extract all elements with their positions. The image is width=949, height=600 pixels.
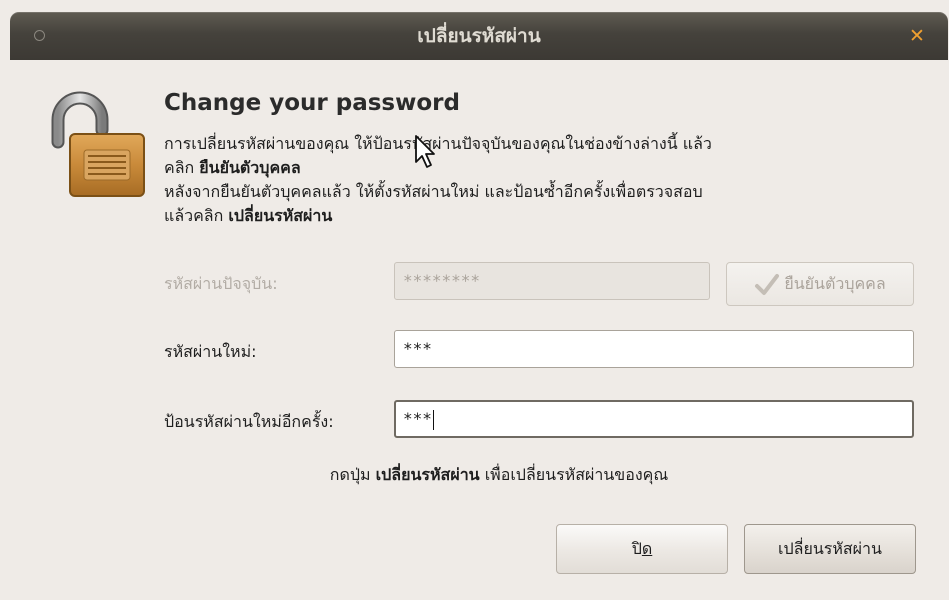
close-button-label: ปิ <box>631 539 642 558</box>
description-line-4: แล้วคลิก เปลี่ยนรหัสผ่าน <box>164 204 884 228</box>
window-title: เปลี่ยนรหัสผ่าน <box>417 25 541 47</box>
description-bold-text: เปลี่ยนรหัสผ่าน <box>228 206 333 225</box>
text-caret <box>432 409 434 430</box>
retype-password-value: *** <box>403 409 432 428</box>
retype-password-field[interactable]: *** <box>394 400 914 438</box>
description-bold-text: ยืนยันตัวบุคคล <box>199 158 301 177</box>
hint-text: เพื่อเปลี่ยนรหัสผ่านของคุณ <box>479 465 669 484</box>
description-line-3: หลังจากยืนยันตัวบุคคลแล้ว ให้ตั้งรหัสผ่า… <box>164 182 703 201</box>
authenticate-button[interactable]: ยืนยันตัวบุคคล <box>726 262 914 306</box>
close-button-mnemonic: ด <box>641 539 653 558</box>
dialog-description: การเปลี่ยนรหัสผ่านของคุณ ให้ป้อนรหัสผ่าน… <box>164 132 884 228</box>
change-password-button[interactable]: เปลี่ยนรหัสผ่าน <box>744 524 916 574</box>
close-window-icon[interactable]: ✕ <box>904 22 930 50</box>
new-password-label: รหัสผ่านใหม่: <box>164 342 257 361</box>
retype-password-label: ป้อนรหัสผ่านใหม่อีกครั้ง: <box>164 412 334 431</box>
dialog-content: Change your password การเปลี่ยนรหัสผ่านข… <box>10 60 948 600</box>
dialog-heading: Change your password <box>164 90 460 116</box>
instruction-hint: กดปุ่ม เปลี่ยนรหัสผ่าน เพื่อเปลี่ยนรหัสผ… <box>10 463 948 488</box>
current-password-label: รหัสผ่านปัจจุบัน: <box>164 274 278 293</box>
mouse-pointer-icon <box>415 135 435 168</box>
description-line-1: การเปลี่ยนรหัสผ่านของคุณ ให้ป้อนรหัสผ่าน… <box>164 134 712 153</box>
description-line-2: คลิก ยืนยันตัวบุคคล <box>164 156 884 180</box>
description-text: แล้วคลิก <box>164 206 229 225</box>
lock-open-icon <box>51 91 145 197</box>
check-icon <box>755 273 780 295</box>
change-password-dialog: เปลี่ยนรหัสผ่าน ✕ Change your password ก… <box>0 0 949 600</box>
title-bar[interactable]: เปลี่ยนรหัสผ่าน ✕ <box>10 12 948 60</box>
close-button[interactable]: ปิด <box>556 524 728 574</box>
hint-bold-text: เปลี่ยนรหัสผ่าน <box>375 465 480 484</box>
hint-text: กดปุ่ม <box>329 465 376 484</box>
current-password-field[interactable]: ******** <box>394 262 710 300</box>
authenticate-button-label: ยืนยันตัวบุคคล <box>784 274 886 293</box>
new-password-field[interactable]: *** <box>394 330 914 368</box>
description-text: คลิก <box>164 158 200 177</box>
